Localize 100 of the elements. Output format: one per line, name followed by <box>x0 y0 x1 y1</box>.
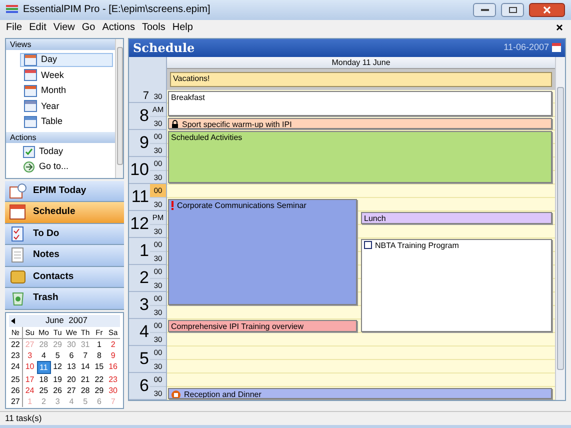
calendar-day[interactable]: 18 <box>36 374 51 384</box>
status-bar: 11 task(s) <box>0 411 571 425</box>
calendar-day[interactable]: 28 <box>78 384 92 396</box>
calendar-day[interactable]: 17 <box>22 374 37 384</box>
window-title: EssentialPIM Pro - [E:\epim\screens.epim] <box>23 3 212 18</box>
hour-label: 2 <box>138 267 150 290</box>
month-label: June 2007 <box>44 314 89 327</box>
week-number: 24 <box>9 360 23 374</box>
nav-button[interactable]: Notes <box>5 245 124 266</box>
event-block[interactable]: Sport specific warm-up with IPI <box>168 118 552 129</box>
calendar-day[interactable]: 4 <box>36 350 51 360</box>
calendar-day[interactable]: 12 <box>50 360 64 374</box>
calendar-day[interactable]: 23 <box>106 374 120 384</box>
arrow-circle-icon <box>23 161 35 173</box>
calendar-day[interactable]: 25 <box>36 384 51 396</box>
schedule-title: Schedule <box>133 40 196 56</box>
calendar-icon[interactable] <box>552 43 561 52</box>
calendar-icon <box>24 100 37 112</box>
menu-item[interactable]: Tools <box>142 20 166 36</box>
hour-label: 9 <box>138 132 150 154</box>
week-number: 27 <box>9 396 23 406</box>
event-block[interactable]: Lunch <box>361 212 552 224</box>
hour-label: 11 <box>130 186 150 208</box>
clock-calendar-icon <box>9 182 27 199</box>
event-block[interactable]: Breakfast <box>168 90 552 116</box>
hour-label: 8 <box>138 105 150 128</box>
calendar-day[interactable]: 15 <box>92 360 106 374</box>
minimize-icon <box>480 8 488 11</box>
calendar-day[interactable]: 19 <box>50 374 64 384</box>
calendar-day[interactable]: 26 <box>50 384 64 396</box>
nav-button[interactable]: EPIM Today <box>5 180 124 202</box>
calendar-day[interactable]: 7 <box>78 350 92 360</box>
week-number: 22 <box>9 338 23 350</box>
nav-button[interactable]: Contacts <box>5 266 124 288</box>
calendar-day[interactable]: 2 <box>106 338 120 350</box>
app-logo-icon <box>6 4 18 15</box>
calendar-day[interactable]: 27 <box>64 384 78 396</box>
calendar-day[interactable]: 10 <box>22 360 37 374</box>
calendar-day[interactable]: 1 <box>92 338 106 350</box>
section-header: Actions <box>6 132 115 143</box>
previous-month-icon[interactable] <box>11 318 15 324</box>
event-block[interactable]: Scheduled Activities <box>168 131 552 183</box>
week-number: 25 <box>9 374 23 384</box>
sidebar-item[interactable]: Day <box>20 52 113 67</box>
sidebar-item[interactable]: Week <box>20 68 113 82</box>
all-day-event[interactable]: Vacations! <box>170 72 552 86</box>
calendar-day[interactable]: 13 <box>64 360 78 374</box>
calendar-day[interactable]: 8 <box>92 350 106 360</box>
sidebar-item[interactable]: Table <box>20 114 113 129</box>
calendar-day[interactable]: 3 <box>22 350 37 360</box>
calendar-day[interactable]: 29 <box>92 384 106 396</box>
calendar-day[interactable]: 5 <box>50 350 64 360</box>
menu-item[interactable]: Go <box>82 20 96 36</box>
sidebar-item[interactable]: Year <box>20 99 113 114</box>
nav-button[interactable]: Schedule <box>5 202 124 224</box>
lock-icon <box>171 120 179 128</box>
calendar-day[interactable]: 21 <box>78 374 92 384</box>
calendar-day[interactable]: 30 <box>106 384 120 396</box>
calendar-icon <box>9 204 27 220</box>
sidebar-item[interactable]: Month <box>20 84 113 98</box>
section-header: Views <box>6 38 115 50</box>
calendar-day[interactable]: 22 <box>92 374 106 384</box>
menu-item[interactable]: View <box>53 20 75 36</box>
event-block[interactable]: NBTA Training Program <box>361 239 552 332</box>
week-number: 26 <box>9 384 23 396</box>
calendar-day[interactable]: 14 <box>78 360 92 374</box>
close-icon[interactable] <box>556 24 563 32</box>
calendar-icon <box>24 116 37 128</box>
close-button[interactable] <box>529 2 565 17</box>
calendar-day[interactable]: 20 <box>64 374 78 384</box>
hour-label: 1 <box>138 240 150 262</box>
menu-item[interactable]: Help <box>172 20 193 36</box>
calendar-day[interactable]: 24 <box>22 384 37 396</box>
scrollbar[interactable] <box>555 56 565 400</box>
calendar-day[interactable]: 9 <box>106 350 120 360</box>
calendar-icon <box>24 69 37 82</box>
menu-item[interactable]: Actions <box>102 20 135 36</box>
action-item[interactable]: Today <box>20 145 115 159</box>
nav-button[interactable]: Trash <box>5 288 124 310</box>
close-icon <box>543 6 551 14</box>
hour-label: 4 <box>138 321 150 344</box>
check-icon <box>23 146 35 158</box>
calendar-day[interactable]: 16 <box>106 360 120 374</box>
nav-button[interactable]: To Do <box>5 224 124 245</box>
action-item[interactable]: Go to... <box>20 160 115 174</box>
week-number: 23 <box>9 350 23 360</box>
event-block[interactable]: Corporate Communications Seminar <box>168 198 358 304</box>
menu-item[interactable]: Edit <box>29 20 46 36</box>
scrollbar[interactable] <box>115 38 123 178</box>
minimize-button[interactable] <box>473 2 496 17</box>
event-block[interactable]: Comprehensive IPI Training overview <box>168 320 358 332</box>
calendar-icon <box>24 54 37 66</box>
menu-item[interactable]: File <box>6 20 22 36</box>
calendar-day[interactable]: 6 <box>64 350 78 360</box>
day-header: Monday 11 June <box>167 56 555 68</box>
maximize-icon <box>508 6 516 13</box>
date-label: 11-06-2007 <box>504 40 549 54</box>
event-block[interactable]: Reception and Dinner <box>168 388 552 399</box>
maximize-button[interactable] <box>501 2 524 17</box>
hour-label: 7 <box>142 90 150 102</box>
